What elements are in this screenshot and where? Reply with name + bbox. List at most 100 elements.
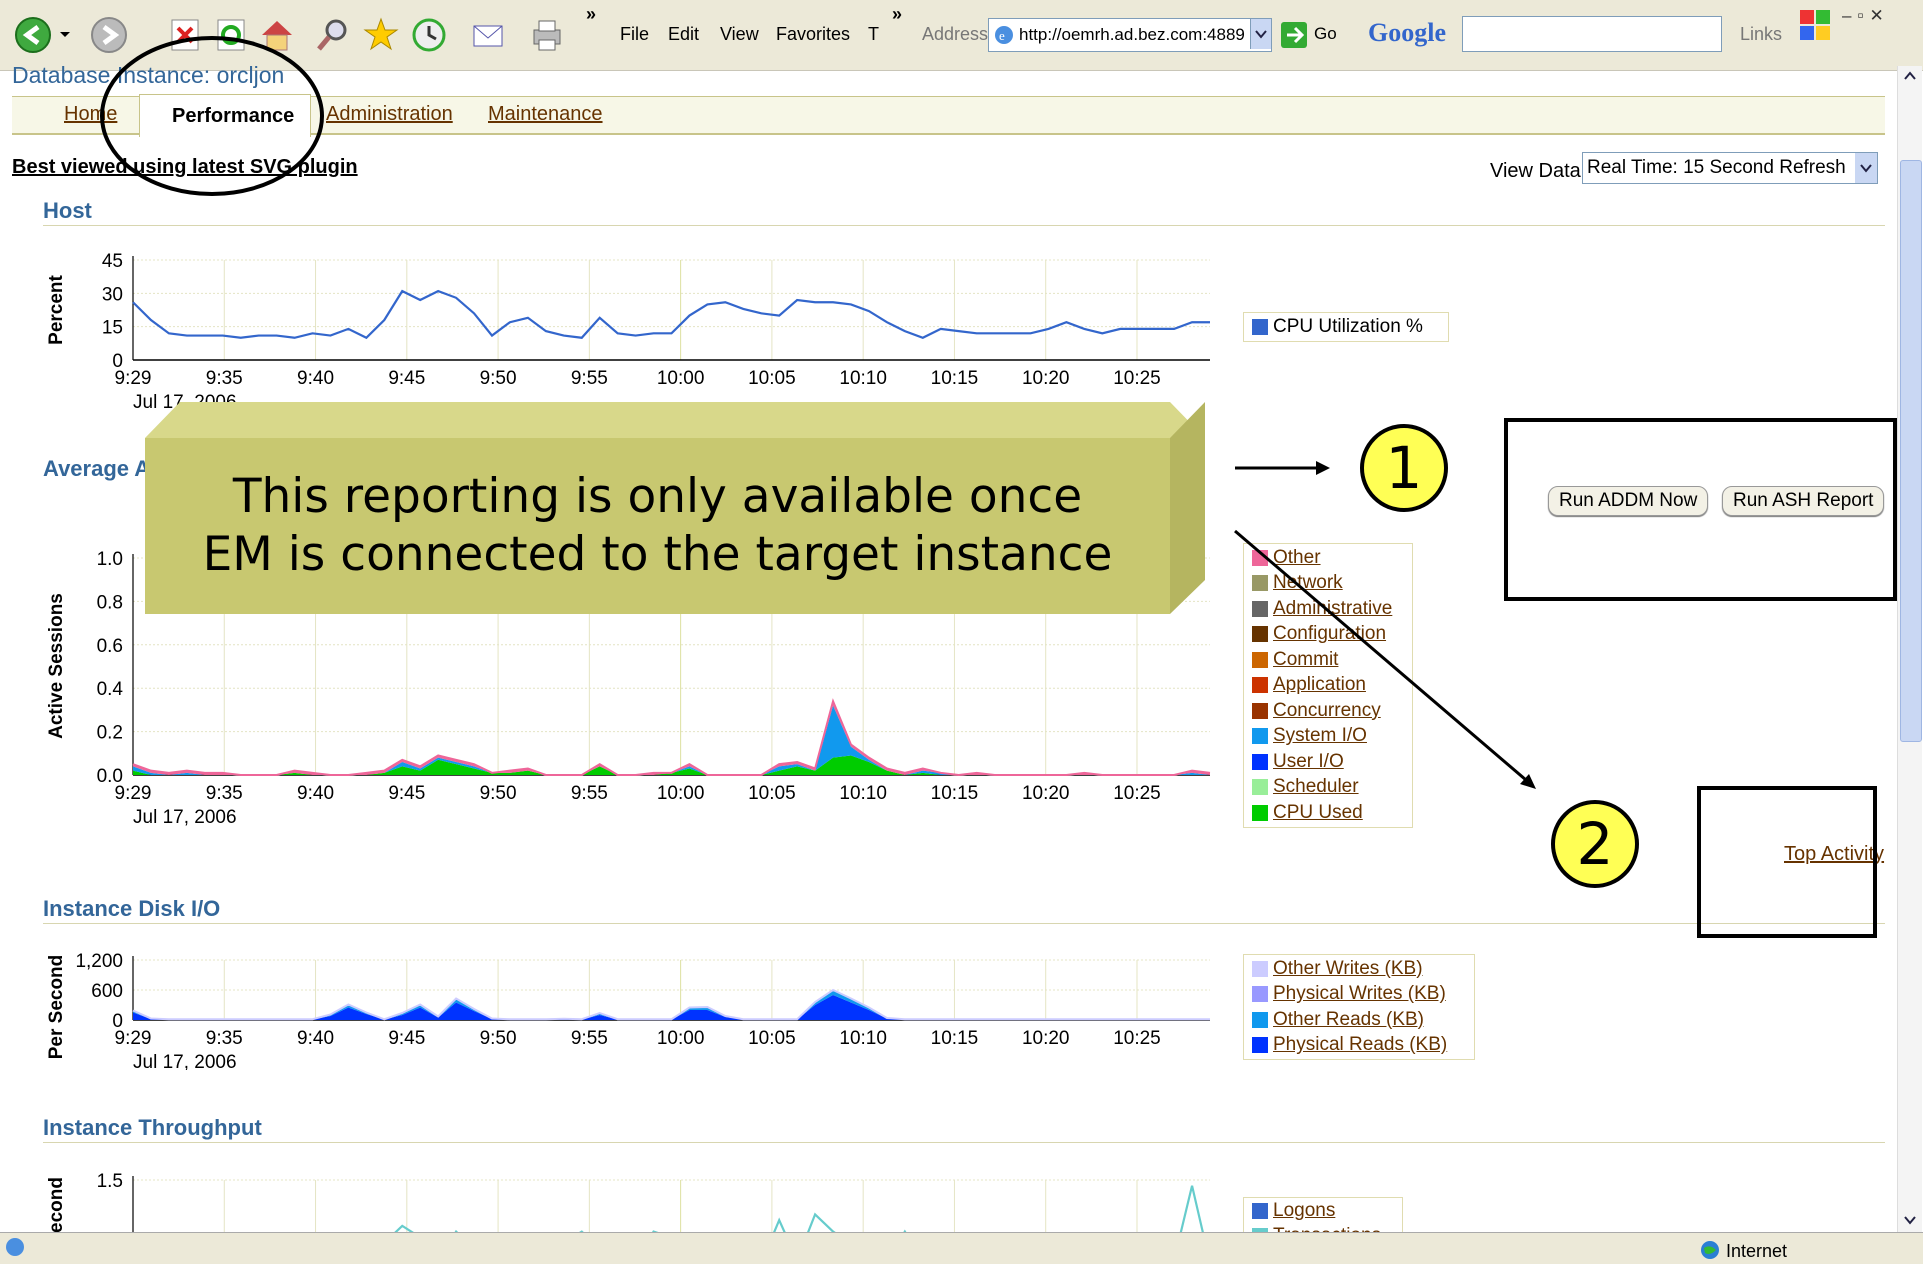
scroll-up-icon[interactable] xyxy=(1900,66,1920,86)
date-label: Jul 17, 2006 xyxy=(133,1052,237,1070)
legend-item[interactable]: Physical Writes (KB) xyxy=(1244,982,1474,1008)
history-icon[interactable] xyxy=(410,16,448,54)
legend-item[interactable]: Commit xyxy=(1244,647,1412,673)
view-data-select[interactable]: Real Time: 15 Second Refresh xyxy=(1582,152,1878,184)
menu-chevron[interactable]: » xyxy=(892,4,902,25)
legend-label[interactable]: Physical Writes (KB) xyxy=(1273,983,1446,1005)
links-label[interactable]: Links xyxy=(1740,24,1782,45)
legend-label[interactable]: CPU Used xyxy=(1273,802,1363,824)
toolbar-chevron[interactable]: » xyxy=(586,4,596,25)
legend-label[interactable]: Application xyxy=(1273,674,1366,696)
refresh-icon[interactable] xyxy=(212,16,250,54)
legend-item[interactable]: Scheduler xyxy=(1244,775,1412,801)
menu-tools[interactable]: T xyxy=(868,24,879,45)
legend-swatch xyxy=(1252,753,1268,770)
legend-item[interactable]: User I/O xyxy=(1244,749,1412,775)
tab-administration[interactable]: Administration xyxy=(326,103,453,126)
y-tick-label: 1.0 xyxy=(97,549,123,570)
y-tick-label: 0.2 xyxy=(97,723,123,744)
legend-item[interactable]: Concurrency xyxy=(1244,698,1412,724)
legend-swatch xyxy=(1252,779,1268,796)
legend-item[interactable]: Other Reads (KB) xyxy=(1244,1007,1474,1033)
legend-label[interactable]: System I/O xyxy=(1273,725,1367,747)
x-tick-label: 10:15 xyxy=(931,368,979,389)
legend-item[interactable]: Other Writes (KB) xyxy=(1244,956,1474,982)
legend-swatch xyxy=(1252,575,1268,592)
legend-label[interactable]: Other xyxy=(1273,547,1321,569)
menu-favorites[interactable]: Favorites xyxy=(776,24,850,45)
x-tick-label: 9:40 xyxy=(297,368,334,389)
buttons-highlight-box xyxy=(1504,418,1897,601)
google-search-input[interactable] xyxy=(1462,16,1722,52)
legend-item[interactable]: Logons xyxy=(1244,1198,1402,1224)
legend-swatch xyxy=(1252,728,1268,745)
section-divider xyxy=(43,1142,1885,1143)
legend-label[interactable]: Logons xyxy=(1273,1200,1335,1222)
legend-item[interactable]: CPU Used xyxy=(1244,800,1412,826)
scrollbar-thumb[interactable] xyxy=(1900,160,1922,742)
back-icon[interactable] xyxy=(14,16,52,54)
tab-maintenance[interactable]: Maintenance xyxy=(488,103,603,126)
legend-label[interactable]: Configuration xyxy=(1273,623,1386,645)
x-tick-label: 10:25 xyxy=(1113,783,1161,804)
print-icon[interactable] xyxy=(528,16,566,54)
legend-label[interactable]: Administrative xyxy=(1273,598,1392,620)
x-tick-label: 9:55 xyxy=(571,783,608,804)
legend-label[interactable]: User I/O xyxy=(1273,751,1344,773)
marker-2: 2 xyxy=(1551,800,1639,888)
x-tick-label: 9:50 xyxy=(480,783,517,804)
scroll-down-icon[interactable] xyxy=(1900,1210,1920,1230)
legend-item[interactable]: Application xyxy=(1244,673,1412,699)
x-tick-label: 10:20 xyxy=(1022,1028,1070,1049)
address-bar[interactable]: e http://oemrh.ad.bez.com:4889 xyxy=(988,18,1272,52)
google-logo[interactable]: Google xyxy=(1368,18,1446,48)
section-divider xyxy=(43,923,1885,924)
window-controls[interactable]: –▫✕ xyxy=(1842,6,1890,26)
home-icon[interactable] xyxy=(258,16,296,54)
legend-label[interactable]: Other Writes (KB) xyxy=(1273,958,1423,980)
menu-edit[interactable]: Edit xyxy=(668,24,699,45)
search-icon[interactable] xyxy=(314,16,352,54)
callout-line1: This reporting is only available once xyxy=(232,469,1083,524)
back-dropdown-icon[interactable] xyxy=(56,16,74,54)
legend-item[interactable]: Administrative xyxy=(1244,596,1412,622)
legend-item[interactable]: System I/O xyxy=(1244,724,1412,750)
series-area-system-i-o xyxy=(133,705,1210,775)
forward-icon[interactable] xyxy=(90,16,128,54)
svg-plugin-link[interactable]: Best viewed using latest SVG plugin xyxy=(12,156,358,179)
legend-label[interactable]: Physical Reads (KB) xyxy=(1273,1034,1447,1056)
mail-icon[interactable] xyxy=(470,16,508,54)
menu-file[interactable]: File xyxy=(620,24,649,45)
status-bar xyxy=(0,1232,1923,1264)
favorites-icon[interactable] xyxy=(362,16,400,54)
legend-item[interactable]: Physical Reads (KB) xyxy=(1244,1033,1474,1059)
arrow-head xyxy=(1316,461,1330,475)
windows-logo-icon xyxy=(1800,10,1830,40)
legend-label[interactable]: Concurrency xyxy=(1273,700,1381,722)
stop-icon[interactable] xyxy=(166,16,204,54)
legend-label[interactable]: Commit xyxy=(1273,649,1338,671)
legend-label[interactable]: Scheduler xyxy=(1273,776,1359,798)
x-tick-label: 9:29 xyxy=(115,783,152,804)
legend-label[interactable]: Network xyxy=(1273,572,1343,594)
legend-swatch xyxy=(1252,1202,1268,1219)
section-host: Host xyxy=(43,198,92,223)
legend-swatch xyxy=(1252,651,1268,668)
x-tick-label: 10:05 xyxy=(748,368,796,389)
legend-item[interactable]: Other xyxy=(1244,545,1412,571)
x-tick-label: 9:50 xyxy=(480,1028,517,1049)
go-button[interactable]: Go xyxy=(1314,24,1337,44)
series-outline xyxy=(132,698,1211,777)
legend-item[interactable]: Network xyxy=(1244,571,1412,597)
tab-home[interactable]: Home xyxy=(64,103,117,126)
x-tick-label: 10:15 xyxy=(931,1028,979,1049)
address-dropdown[interactable] xyxy=(1250,19,1271,49)
legend-label[interactable]: Other Reads (KB) xyxy=(1273,1009,1424,1031)
x-tick-label: 10:00 xyxy=(657,783,705,804)
menu-view[interactable]: View xyxy=(720,24,759,45)
tab-performance[interactable]: Performance xyxy=(139,94,311,137)
legend-swatch xyxy=(1252,702,1268,719)
x-tick-label: 9:35 xyxy=(206,368,243,389)
chevron-down-icon xyxy=(1255,30,1267,39)
legend-item[interactable]: Configuration xyxy=(1244,622,1412,648)
